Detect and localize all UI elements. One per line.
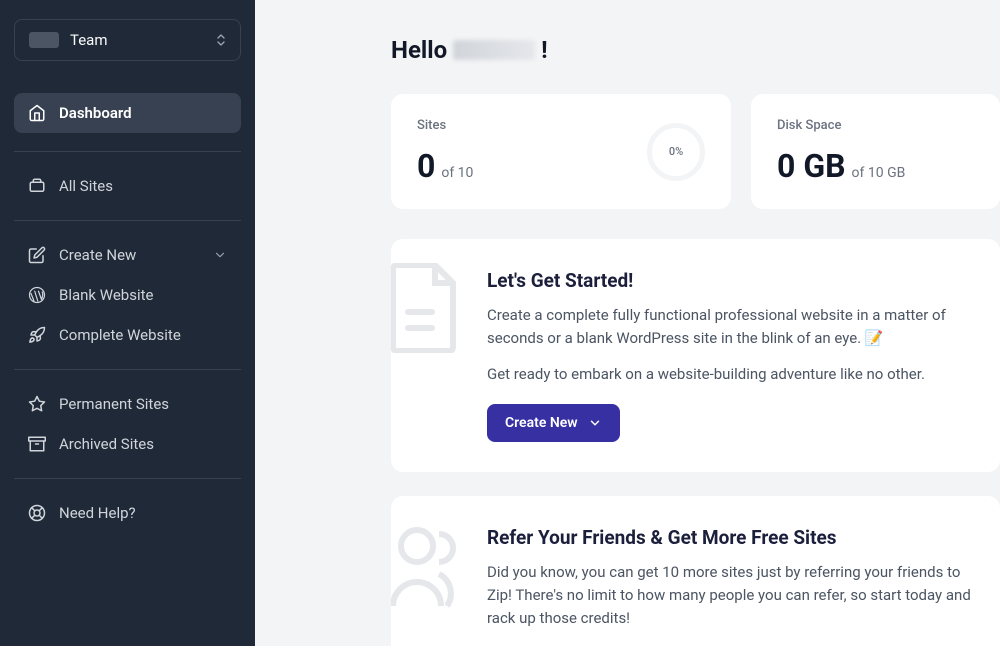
divider — [14, 369, 241, 370]
sidebar-item-dashboard[interactable]: Dashboard — [14, 93, 241, 133]
sites-icon — [28, 177, 46, 195]
sidebar-item-all-sites[interactable]: All Sites — [14, 166, 241, 206]
divider — [14, 478, 241, 479]
sidebar-item-label: Dashboard — [59, 104, 227, 122]
sidebar-item-label: Complete Website — [59, 326, 227, 344]
stat-number: 0 — [417, 147, 435, 185]
greeting-username-redacted — [453, 40, 535, 60]
stat-of: of 10 GB — [852, 165, 906, 181]
sidebar-item-label: Create New — [59, 246, 200, 264]
sidebar-item-blank-website[interactable]: Blank Website — [14, 275, 241, 315]
stat-of: of 10 — [441, 165, 473, 181]
get-started-text-1: Create a complete fully functional profe… — [487, 304, 974, 351]
divider — [14, 151, 241, 152]
stat-value: 0 GB of 10 GB — [777, 147, 905, 185]
divider — [14, 220, 241, 221]
refer-text: Did you know, you can get 10 more sites … — [487, 561, 974, 631]
sidebar-item-label: Need Help? — [59, 504, 227, 522]
home-icon — [28, 104, 46, 122]
get-started-text-2: Get ready to embark on a website-buildin… — [487, 363, 974, 386]
card-body: Refer Your Friends & Get More Free Sites… — [487, 526, 974, 646]
card-body: Let's Get Started! Create a complete ful… — [487, 269, 974, 442]
people-icon — [391, 520, 459, 610]
chevron-updown-icon — [216, 33, 226, 47]
refer-title: Refer Your Friends & Get More Free Sites — [487, 526, 974, 549]
chevron-down-icon — [588, 416, 602, 430]
page-greeting: Hello ! — [391, 36, 1000, 64]
stat-body: Sites 0 of 10 — [417, 118, 473, 185]
sidebar-item-label: Permanent Sites — [59, 395, 227, 413]
create-new-button[interactable]: Create New — [487, 404, 620, 442]
button-label: Create New — [505, 415, 578, 431]
sidebar-item-label: Blank Website — [59, 286, 227, 304]
sidebar-item-archived-sites[interactable]: Archived Sites — [14, 424, 241, 464]
sidebar-item-need-help[interactable]: Need Help? — [14, 493, 241, 533]
greeting-suffix: ! — [541, 36, 548, 64]
sidebar-item-create-new[interactable]: Create New — [14, 235, 241, 275]
stat-number: 0 GB — [777, 147, 846, 185]
stat-label: Disk Space — [777, 118, 905, 133]
sidebar-item-label: Archived Sites — [59, 435, 227, 453]
document-icon — [391, 263, 459, 353]
team-avatar — [29, 32, 59, 48]
main-content: Hello ! Sites 0 of 10 0% Disk Space 0 GB — [255, 0, 1000, 646]
wordpress-icon — [28, 286, 46, 304]
rocket-icon — [28, 326, 46, 344]
team-selector-content: Team — [29, 31, 108, 49]
get-started-card: Let's Get Started! Create a complete ful… — [391, 239, 1000, 472]
archive-icon — [28, 435, 46, 453]
sidebar-item-label: All Sites — [59, 177, 227, 195]
stat-card-disk: Disk Space 0 GB of 10 GB — [751, 94, 1000, 209]
sidebar-item-complete-website[interactable]: Complete Website — [14, 315, 241, 355]
stats-row: Sites 0 of 10 0% Disk Space 0 GB of 10 G… — [391, 94, 1000, 209]
team-selector[interactable]: Team — [14, 19, 241, 61]
help-icon — [28, 504, 46, 522]
star-icon — [28, 395, 46, 413]
greeting-prefix: Hello — [391, 36, 447, 64]
stat-card-sites: Sites 0 of 10 0% — [391, 94, 731, 209]
stat-label: Sites — [417, 118, 473, 133]
progress-percent: 0% — [669, 145, 683, 158]
team-name: Team — [70, 31, 108, 49]
stat-value: 0 of 10 — [417, 147, 473, 185]
progress-circle: 0% — [647, 123, 705, 181]
stat-body: Disk Space 0 GB of 10 GB — [777, 118, 905, 185]
get-started-title: Let's Get Started! — [487, 269, 974, 292]
refer-card: Refer Your Friends & Get More Free Sites… — [391, 496, 1000, 646]
sidebar: Team Dashboard All Sites Create New — [0, 0, 255, 646]
sidebar-item-permanent-sites[interactable]: Permanent Sites — [14, 384, 241, 424]
chevron-down-icon — [213, 248, 227, 262]
edit-icon — [28, 246, 46, 264]
